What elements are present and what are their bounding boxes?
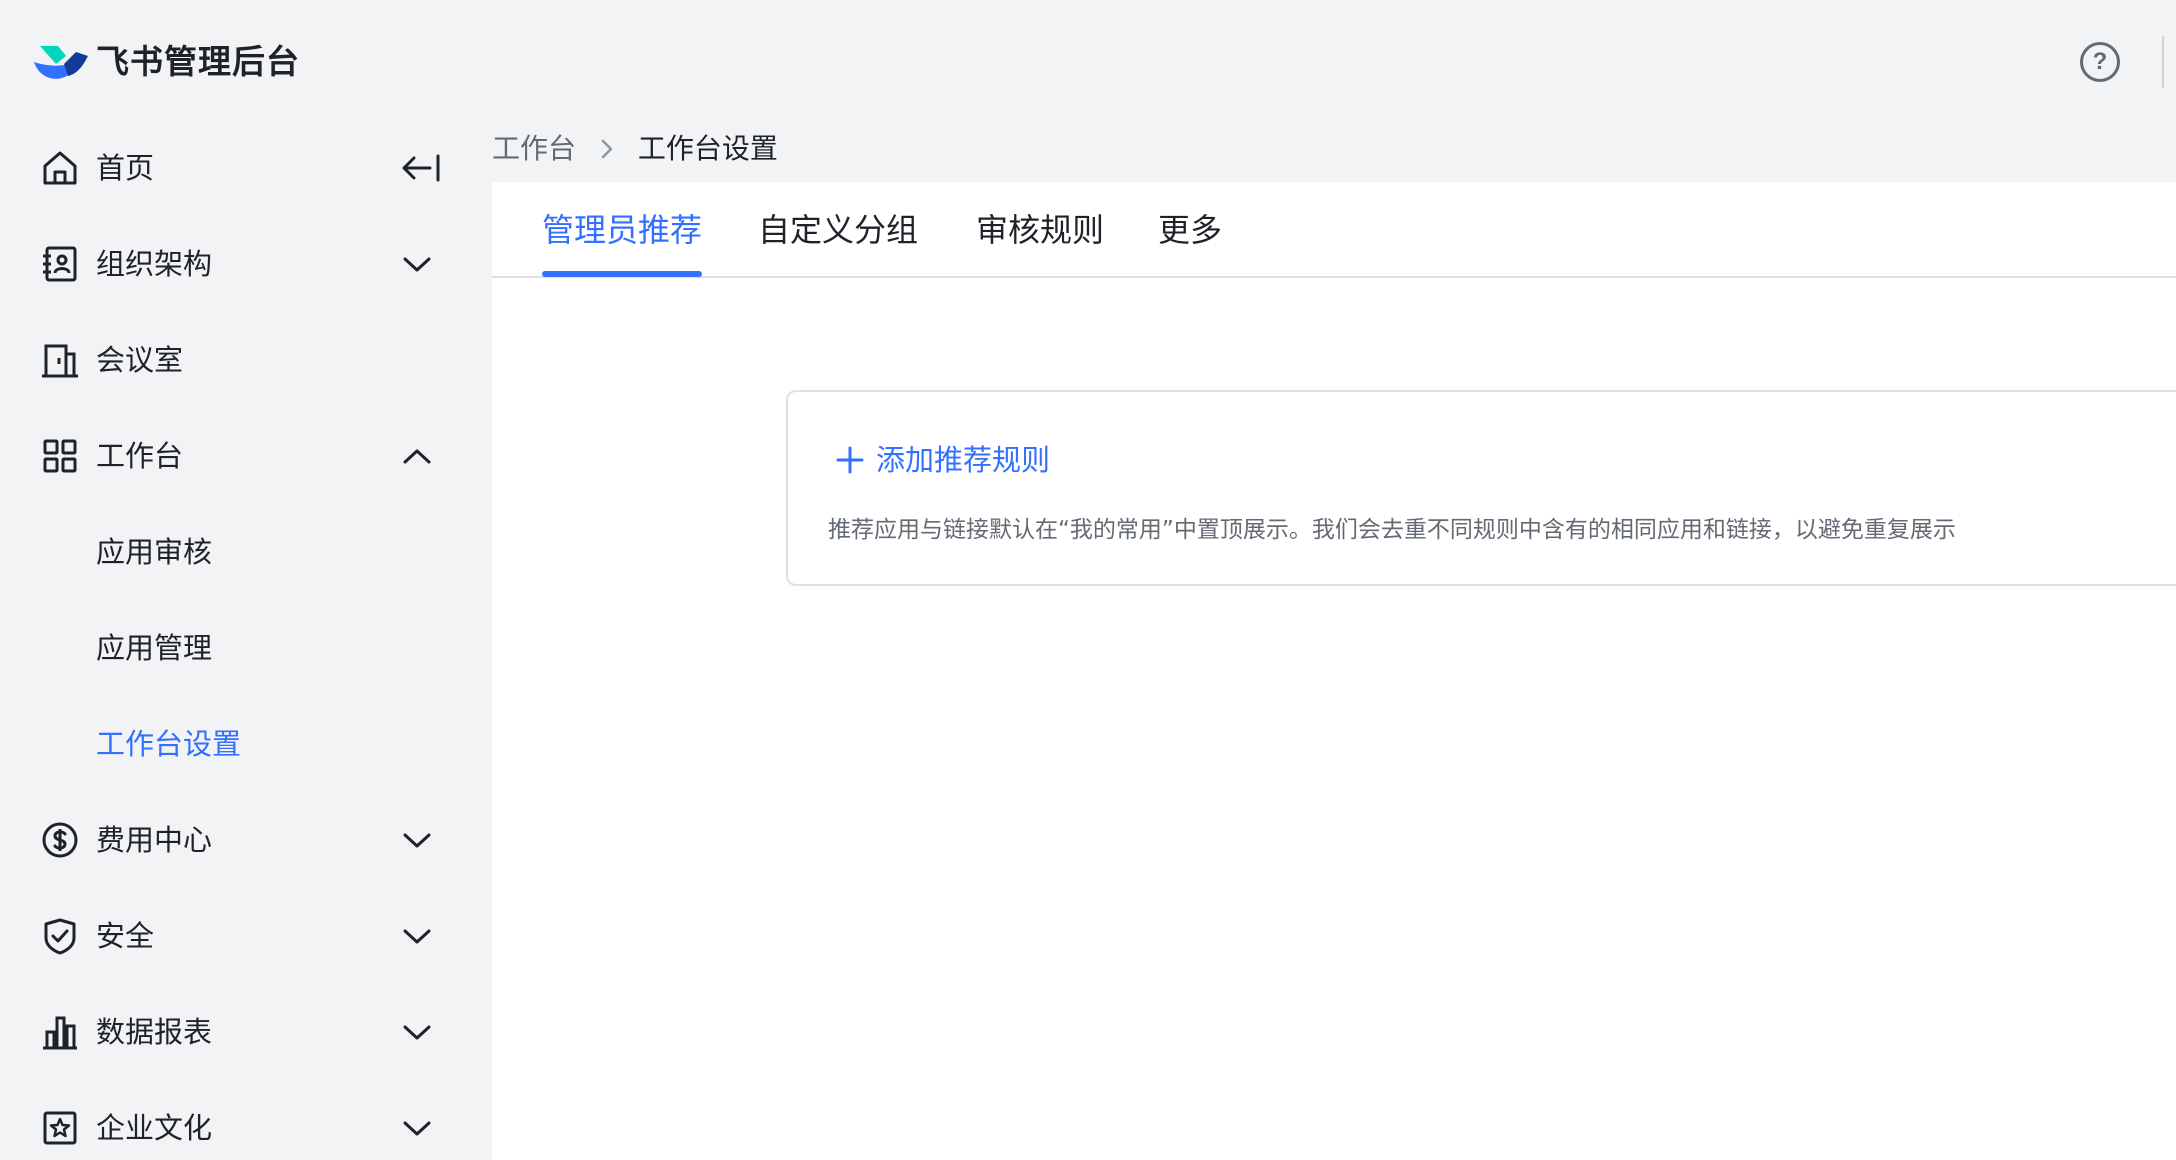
sidebar-item-label: 组织架构 bbox=[96, 247, 213, 281]
sidebar-item-label: 数据报表 bbox=[96, 1015, 213, 1049]
chevron-down-icon bbox=[403, 1025, 431, 1040]
sidebar-item-label: 费用中心 bbox=[96, 823, 213, 857]
app-brand-title: 飞书管理后台 bbox=[96, 42, 300, 81]
sidebar-item-home[interactable]: 首页 bbox=[0, 120, 492, 216]
sidebar-item-label: 应用审核 bbox=[96, 535, 213, 569]
sidebar-subitem-workplace-settings[interactable]: 工作台设置 bbox=[0, 696, 492, 792]
dollar-circle-icon bbox=[42, 822, 78, 858]
tab-review-rules[interactable]: 审核规则 bbox=[976, 182, 1104, 278]
home-icon bbox=[43, 151, 77, 185]
culture-icon bbox=[43, 1111, 77, 1145]
tab-custom-groups[interactable]: 自定义分组 bbox=[758, 182, 918, 278]
shield-icon bbox=[44, 918, 76, 955]
breadcrumb-parent[interactable]: 工作台 bbox=[492, 121, 576, 177]
sidebar-item-workplace[interactable]: 工作台 bbox=[0, 408, 492, 504]
add-recommend-rule-label: 添加推荐规则 bbox=[876, 443, 1051, 477]
sidebar-item-label: 工作台设置 bbox=[96, 727, 242, 761]
recommend-rule-card: 添加推荐规则 推荐应用与链接默认在“我的常用”中置顶展示。我们会去重不同规则中含… bbox=[786, 390, 2176, 586]
sidebar-subitem-app-management[interactable]: 应用管理 bbox=[0, 600, 492, 696]
chevron-down-icon bbox=[403, 1121, 431, 1136]
sidebar-item-label: 首页 bbox=[96, 151, 155, 185]
plus-icon bbox=[836, 446, 864, 474]
sidebar-item-security[interactable]: 安全 bbox=[0, 888, 492, 984]
sidebar-item-label: 应用管理 bbox=[96, 631, 213, 665]
sidebar-item-label: 安全 bbox=[96, 919, 155, 953]
sidebar-item-meeting-room[interactable]: 会议室 bbox=[0, 312, 492, 408]
card-description: 推荐应用与链接默认在“我的常用”中置顶展示。我们会去重不同规则中含有的相同应用和… bbox=[828, 517, 1956, 543]
sidebar-item-label: 会议室 bbox=[96, 343, 184, 377]
toolbar-divider bbox=[2162, 36, 2164, 88]
active-tab-indicator bbox=[542, 271, 702, 277]
grid-icon bbox=[43, 439, 77, 473]
sidebar-item-reports[interactable]: 数据报表 bbox=[0, 984, 492, 1080]
bar-chart-icon bbox=[43, 1016, 77, 1050]
sidebar-item-billing[interactable]: 费用中心 bbox=[0, 792, 492, 888]
meeting-room-icon bbox=[42, 344, 78, 378]
collapse-sidebar-icon[interactable] bbox=[400, 152, 442, 184]
sidebar: 首页 组织架构 会议室 工作台 应用审核 应用管理 工作台设置 费用中心 安全 … bbox=[0, 120, 492, 1160]
sidebar-item-label: 工作台 bbox=[96, 439, 184, 473]
sidebar-subitem-app-review[interactable]: 应用审核 bbox=[0, 504, 492, 600]
chevron-up-icon bbox=[403, 449, 431, 464]
chevron-right-icon bbox=[601, 139, 613, 159]
sidebar-item-organization[interactable]: 组织架构 bbox=[0, 216, 492, 312]
sidebar-item-label: 企业文化 bbox=[96, 1111, 213, 1145]
top-bar: 飞书管理后台 ? bbox=[0, 0, 2176, 120]
main-panel: 管理员推荐 自定义分组 审核规则 更多 添加推荐规则 推荐应用与链接默认在“我的… bbox=[492, 182, 2176, 1160]
breadcrumb-current: 工作台设置 bbox=[637, 132, 778, 165]
question-circle-icon[interactable]: ? bbox=[2080, 42, 2120, 82]
app-root: 飞书管理后台 ? 首页 组织架构 会议室 工作台 应用审核 应用管理 工作台设置… bbox=[0, 0, 2176, 1160]
feishu-logo-icon bbox=[34, 46, 88, 79]
chevron-down-icon bbox=[403, 833, 431, 848]
chevron-down-icon bbox=[403, 929, 431, 944]
sidebar-item-culture[interactable]: 企业文化 bbox=[0, 1080, 492, 1160]
tab-admin-recommend[interactable]: 管理员推荐 bbox=[542, 182, 702, 278]
tab-more[interactable]: 更多 bbox=[1158, 182, 1222, 278]
chevron-down-icon bbox=[403, 257, 431, 272]
breadcrumb: 工作台 工作台设置 bbox=[492, 120, 778, 182]
tab-bar: 管理员推荐 自定义分组 审核规则 更多 bbox=[492, 182, 2176, 278]
contacts-icon bbox=[43, 246, 77, 282]
